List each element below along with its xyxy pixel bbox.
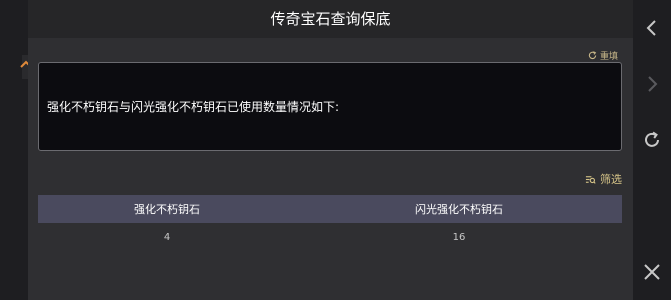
filter-button[interactable]: 筛选: [585, 171, 622, 187]
info-box: 强化不朽钥石与闪光强化不朽钥石已使用数量情况如下:: [38, 62, 622, 151]
nav-back-button[interactable]: [642, 18, 662, 38]
nav-close-button[interactable]: [642, 262, 662, 282]
nav-refresh-button[interactable]: [642, 130, 662, 150]
chevron-right-icon: [648, 76, 658, 92]
reset-label: 重填: [599, 51, 618, 62]
table-header-cell: 强化不朽钥石: [134, 203, 200, 216]
side-nav-bar: [633, 0, 671, 300]
reset-button[interactable]: 重填: [588, 48, 618, 62]
table-row: 4 16: [38, 224, 622, 250]
refresh-icon: [588, 50, 597, 59]
table-header-cell: 闪光强化不朽钥石: [415, 203, 503, 216]
table-cell: 4: [163, 231, 171, 243]
chevron-left-icon: [646, 20, 656, 36]
nav-forward-button[interactable]: [642, 74, 662, 94]
info-text: 强化不朽钥石与闪光强化不朽钥石已使用数量情况如下:: [47, 100, 340, 114]
table-header-row: 强化不朽钥石 闪光强化不朽钥石: [38, 195, 622, 223]
filter-label: 筛选: [600, 173, 622, 186]
filter-icon: [585, 175, 596, 184]
left-panel-strip: [0, 0, 28, 300]
table-cell: 16: [452, 231, 466, 243]
dialog-title: 传奇宝石查询保底: [28, 0, 633, 38]
refresh-icon: [645, 131, 659, 147]
close-icon: [644, 264, 660, 280]
query-dialog: 传奇宝石查询保底 重填 强化不朽钥石与闪光强化不朽钥石已使用数量情况如下: 筛选…: [28, 0, 633, 300]
